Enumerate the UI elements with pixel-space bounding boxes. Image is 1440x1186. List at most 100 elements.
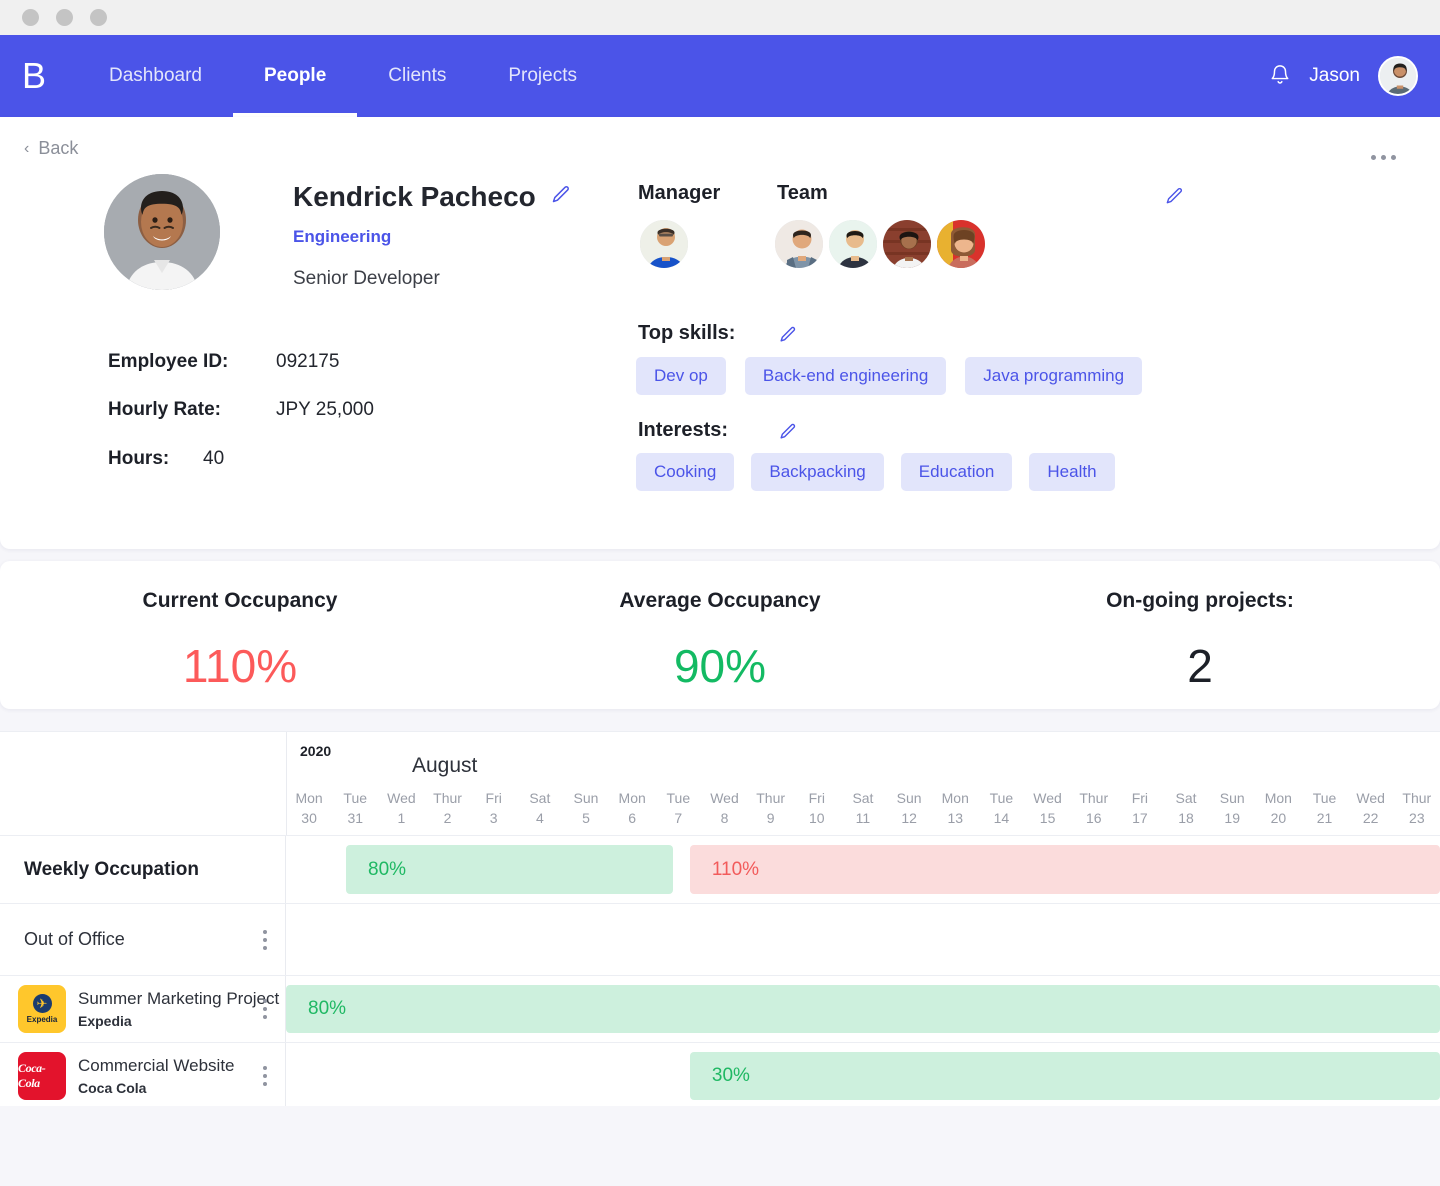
day-number: 5 (582, 810, 590, 826)
timeline-track: 80% 110% (286, 836, 1440, 903)
team-avatar[interactable] (827, 218, 879, 270)
profile-department[interactable]: Engineering (293, 227, 391, 247)
timeline-days-strip: Mon 30 Tue 31 Wed 1 Thur 2 Fri 3 Sat 4 Sun 5 Mon 6 Tue 7 W… (286, 788, 1440, 828)
row-more-options-button[interactable] (263, 1066, 267, 1086)
project-text: Commercial Website Coca Cola (78, 1056, 235, 1096)
nav-item-people[interactable]: People (232, 35, 358, 117)
project-text: Summer Marketing Project Expedia (78, 989, 279, 1029)
day-of-week: Fri (808, 790, 825, 806)
timeline-row-out-of-office: Out of Office (0, 904, 1440, 976)
manager-avatar[interactable] (638, 218, 690, 270)
row-label-cell: Coca-Cola Commercial Website Coca Cola (0, 1043, 286, 1109)
occupation-bar[interactable]: 80% (346, 845, 673, 894)
top-skills-label: Top skills: (638, 322, 736, 344)
day-number: 2 (443, 810, 452, 826)
day-of-week: Sat (852, 790, 874, 806)
occupation-bar[interactable]: 110% (689, 845, 1440, 894)
dot-icon (263, 999, 267, 1003)
day-of-week: Wed (710, 790, 739, 806)
interest-chip[interactable]: Education (900, 453, 1013, 491)
team-avatar[interactable] (773, 218, 825, 270)
page-footer-space (0, 1106, 1440, 1186)
plane-icon: ✈ (32, 994, 52, 1013)
day-of-week: Wed (1033, 790, 1062, 806)
day-of-week: Fri (485, 790, 502, 806)
row-more-options-button[interactable] (263, 929, 267, 950)
day-number: 19 (1224, 810, 1240, 826)
occupation-bar[interactable]: 30% (689, 1052, 1440, 1100)
edit-name-icon[interactable] (550, 184, 571, 210)
nav-item-clients[interactable]: Clients (357, 35, 477, 117)
timeline-day-column: Sun 5 (563, 788, 609, 828)
stat-value: 90% (673, 640, 767, 692)
dot-icon (263, 1082, 267, 1086)
timeline-day-column: Fri 10 (794, 788, 840, 828)
timeline-day-column: Sun 12 (886, 788, 932, 828)
nav-avatar[interactable] (1378, 56, 1418, 96)
project-name[interactable]: Commercial Website (78, 1056, 235, 1076)
day-number: 12 (901, 810, 917, 826)
skill-chip[interactable]: Dev op (636, 357, 726, 395)
field-value: 40 (203, 448, 225, 469)
window-close-dot[interactable] (22, 9, 39, 26)
day-number: 1 (397, 810, 406, 826)
dot-icon (1391, 155, 1396, 160)
brand-logo[interactable]: B (22, 58, 46, 94)
field-hourly-rate: Hourly Rate: JPY 25,000 (108, 399, 374, 421)
dot-icon (263, 1074, 267, 1078)
skill-chip[interactable]: Back-end engineering (744, 357, 947, 395)
window-minimize-dot[interactable] (56, 9, 73, 26)
interest-chip[interactable]: Cooking (636, 453, 735, 491)
timeline-day-column: Sun 19 (1209, 788, 1255, 828)
back-button[interactable]: ‹ Back (24, 138, 78, 159)
project-client: Coca Cola (78, 1080, 147, 1096)
day-number: 10 (809, 810, 825, 826)
project-name[interactable]: Summer Marketing Project (78, 989, 279, 1009)
skill-chip[interactable]: Java programming (965, 357, 1143, 395)
edit-skills-icon[interactable] (778, 325, 797, 349)
team-avatar[interactable] (881, 218, 933, 270)
day-number: 14 (993, 810, 1010, 826)
timeline-track: 30% (286, 1043, 1440, 1109)
stat-ongoing-projects: On-going projects: 2 (960, 561, 1440, 709)
stat-label: Current Occupancy (142, 589, 338, 612)
timeline-day-column: Sat 18 (1163, 788, 1209, 828)
day-of-week: Sun (573, 790, 599, 806)
interest-chip[interactable]: Health (1029, 453, 1115, 491)
occupation-bar[interactable]: 80% (286, 985, 1440, 1033)
nav-username[interactable]: Jason (1309, 65, 1360, 87)
interest-chip[interactable]: Backpacking (751, 453, 884, 491)
page-title: Kendrick Pacheco (293, 181, 536, 212)
day-of-week: Wed (1356, 790, 1385, 806)
bell-icon[interactable] (1269, 63, 1291, 89)
timeline-day-column: Wed 22 (1348, 788, 1394, 828)
profile-more-options-button[interactable] (1371, 155, 1396, 160)
timeline-day-column: Mon 13 (932, 788, 978, 828)
project-client: Expedia (78, 1013, 132, 1029)
edit-team-icon[interactable] (1164, 186, 1184, 211)
timeline-day-column: Thur 16 (1071, 788, 1117, 828)
team-avatar[interactable] (935, 218, 987, 270)
coca-cola-logo-icon: Coca-Cola (18, 1052, 66, 1100)
row-more-options-button[interactable] (263, 999, 267, 1019)
field-label: Hourly Rate: (108, 399, 221, 420)
edit-interests-icon[interactable] (778, 422, 797, 446)
occupation-bar-value: 80% (308, 998, 347, 1019)
row-label-cell: ✈ Expedia Summer Marketing Project Exped… (0, 976, 286, 1042)
nav-item-dashboard[interactable]: Dashboard (78, 35, 233, 117)
nav-item-projects[interactable]: Projects (477, 35, 608, 117)
day-of-week: Mon (941, 790, 969, 806)
day-number: 15 (1039, 810, 1056, 826)
occupation-timeline: 2020 August Mon 30 Tue 31 Wed 1 Thur 2 Fri 3 Sat 4 S… (0, 731, 1440, 1110)
dot-icon (263, 929, 267, 934)
timeline-year: 2020 (300, 743, 332, 759)
field-value: JPY 25,000 (276, 399, 374, 420)
timeline-row-project: ✈ Expedia Summer Marketing Project Exped… (0, 976, 1440, 1043)
window-maximize-dot[interactable] (90, 9, 107, 26)
day-number: 4 (535, 810, 544, 826)
occupation-bar-value: 110% (711, 858, 760, 880)
day-number: 31 (347, 810, 364, 826)
timeline-row-project: Coca-Cola Commercial Website Coca Cola 3… (0, 1043, 1440, 1110)
day-of-week: Sun (896, 790, 922, 806)
day-number: 17 (1132, 810, 1148, 826)
